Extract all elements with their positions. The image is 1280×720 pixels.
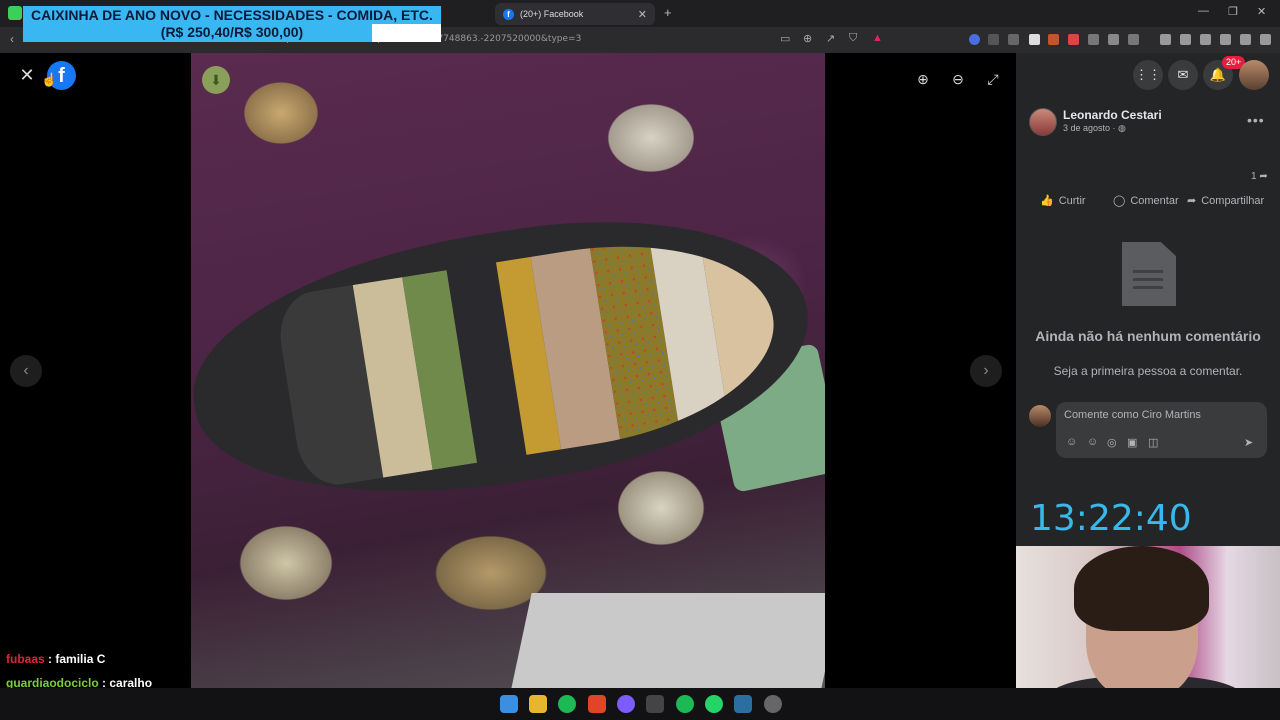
- tab-title: (20+) Facebook: [520, 9, 584, 19]
- send-icon[interactable]: ➤: [1244, 436, 1253, 449]
- post-photo[interactable]: [191, 53, 825, 688]
- share-arrow-icon: ➦: [1187, 195, 1197, 207]
- like-button[interactable]: 👍 Curtir: [1040, 194, 1086, 208]
- ai-icon[interactable]: [1220, 34, 1231, 45]
- share-button[interactable]: ➦ Compartilhar: [1187, 194, 1265, 208]
- fullscreen-icon[interactable]: ⤢: [982, 68, 1004, 90]
- windows-taskbar: [0, 688, 1280, 720]
- zoom-out-icon[interactable]: ⊖: [947, 68, 969, 90]
- more-options-icon[interactable]: •••: [1247, 112, 1265, 128]
- zoom-in-icon[interactable]: ⊕: [912, 68, 934, 90]
- extension-icon[interactable]: [1068, 34, 1079, 45]
- vpn-icon[interactable]: [1240, 34, 1251, 45]
- no-comments-subtitle: Seja a primeira pessoa a comentar.: [1053, 364, 1243, 378]
- back-icon[interactable]: ‹: [10, 32, 14, 46]
- commenter-avatar: [1029, 405, 1051, 427]
- puzzle-icon[interactable]: [1108, 34, 1119, 45]
- extension-icon[interactable]: [1008, 34, 1019, 45]
- extension-icon[interactable]: [1128, 34, 1139, 45]
- window-close-icon[interactable]: ✕: [1257, 5, 1266, 18]
- tab-facebook[interactable]: f (20+) Facebook ✕: [495, 3, 655, 25]
- sidebar-icon[interactable]: [1180, 34, 1191, 45]
- new-tab-icon[interactable]: +: [664, 5, 672, 20]
- gif-icon[interactable]: ▣: [1127, 436, 1137, 449]
- tab-close-icon[interactable]: ✕: [638, 8, 647, 21]
- chat-text: familia C: [55, 652, 106, 666]
- comment-button[interactable]: ◯ Comentar: [1113, 194, 1179, 208]
- share-count-icon: ➦: [1259, 171, 1268, 182]
- banner-progress-remaining: [372, 24, 441, 42]
- profile-avatar[interactable]: [1239, 60, 1269, 90]
- extension-icon[interactable]: [1048, 34, 1059, 45]
- no-comments-title: Ainda não há nenhum comentário: [1035, 328, 1261, 344]
- discord-icon[interactable]: [617, 695, 635, 713]
- globe-icon: ◍: [1118, 123, 1126, 133]
- author-avatar[interactable]: [1029, 108, 1057, 136]
- extension-icon[interactable]: [988, 34, 999, 45]
- sticker-icon[interactable]: ◫: [1148, 436, 1158, 449]
- previous-photo-button[interactable]: ‹: [10, 355, 42, 387]
- like-label: Curtir: [1058, 194, 1086, 207]
- app-icon: [8, 6, 22, 20]
- reader-icon[interactable]: ▭: [780, 32, 790, 45]
- menu-icon[interactable]: [1260, 34, 1271, 45]
- chat-message: fubaas : familia C: [6, 652, 106, 666]
- emoji-icon[interactable]: ☺: [1087, 436, 1098, 448]
- start-menu-icon[interactable]: [500, 695, 518, 713]
- comment-label: Comentar: [1130, 194, 1179, 207]
- thumbs-up-icon: 👍: [1040, 195, 1054, 207]
- share-label: Compartilhar: [1201, 194, 1265, 207]
- chat-username: fubaas: [6, 652, 45, 666]
- file-explorer-icon[interactable]: [529, 695, 547, 713]
- share-count[interactable]: 1 ➦: [1251, 171, 1268, 182]
- brave-browser-icon[interactable]: [588, 695, 606, 713]
- next-photo-button[interactable]: ›: [970, 355, 1002, 387]
- menu-grid-icon[interactable]: ⋮⋮: [1133, 60, 1163, 90]
- download-icon[interactable]: ⬇: [202, 66, 230, 94]
- obs-icon[interactable]: [764, 695, 782, 713]
- floor-tiles: [510, 593, 825, 688]
- avatar-sticker-icon[interactable]: ☺: [1066, 436, 1077, 448]
- shield-icon[interactable]: ⛉: [849, 32, 857, 45]
- extension-icon[interactable]: [1088, 34, 1099, 45]
- share-page-icon[interactable]: ↗: [826, 32, 835, 45]
- messenger-icon[interactable]: ✉: [1168, 60, 1198, 90]
- minimize-icon[interactable]: —: [1198, 5, 1209, 17]
- comment-bubble-icon: ◯: [1113, 195, 1126, 207]
- spotify-icon[interactable]: [676, 695, 694, 713]
- snack-contents: [273, 220, 789, 491]
- maximize-icon[interactable]: ❐: [1228, 5, 1238, 18]
- extension-icon[interactable]: [969, 34, 980, 45]
- wallet-icon[interactable]: [1200, 34, 1211, 45]
- banner-title: CAIXINHA DE ANO NOVO - NECESSIDADES - CO…: [31, 7, 433, 23]
- stream-clock: 13:22:40: [1030, 498, 1192, 539]
- terminal-icon[interactable]: [646, 695, 664, 713]
- post-author[interactable]: Leonardo Cestari: [1063, 108, 1162, 122]
- donation-goal-banner: CAIXINHA DE ANO NOVO - NECESSIDADES - CO…: [23, 6, 441, 42]
- empty-document-icon: [1122, 242, 1176, 306]
- cursor-icon: ☝: [41, 72, 58, 87]
- music-icon[interactable]: [1160, 34, 1171, 45]
- camera-icon[interactable]: ◎: [1107, 436, 1117, 449]
- comment-placeholder[interactable]: Comente como Ciro Martins: [1064, 409, 1201, 421]
- close-viewer-icon[interactable]: ✕: [15, 63, 39, 87]
- extension-icon[interactable]: [1029, 34, 1040, 45]
- post-date[interactable]: 3 de agosto · ◍: [1063, 123, 1126, 134]
- facebook-tab-icon: f: [503, 8, 514, 20]
- whatsapp-icon[interactable]: [705, 695, 723, 713]
- rewards-icon[interactable]: ▲: [872, 32, 883, 44]
- spotify-icon[interactable]: [558, 695, 576, 713]
- steam-icon[interactable]: [734, 695, 752, 713]
- zoom-icon[interactable]: ⊕: [803, 32, 812, 45]
